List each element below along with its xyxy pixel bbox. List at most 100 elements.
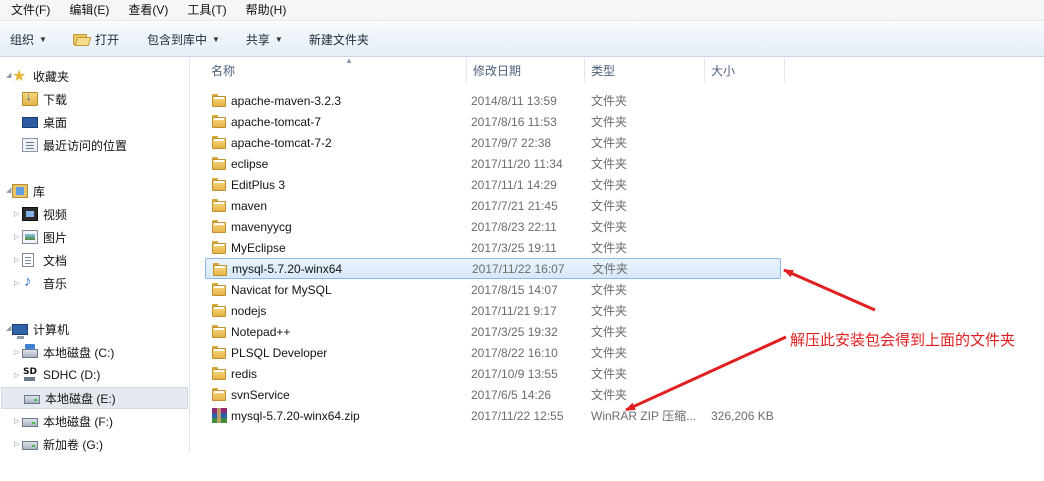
folder-icon bbox=[213, 263, 227, 276]
file-size: 326,206 KB bbox=[711, 408, 774, 423]
column-header-name[interactable]: ▲ 名称 bbox=[205, 56, 467, 83]
organize-button[interactable]: 组织 ▼ bbox=[0, 27, 57, 51]
file-name: mysql-5.7.20-winx64.zip bbox=[231, 408, 360, 423]
nav-documents[interactable]: 文档 bbox=[0, 249, 67, 271]
file-type: 文件夹 bbox=[591, 346, 628, 360]
file-row[interactable]: mavenyycg 2017/8/23 22:11 文件夹 bbox=[205, 216, 781, 237]
file-row[interactable]: maven 2017/7/21 21:45 文件夹 bbox=[205, 195, 781, 216]
nav-computer[interactable]: 计算机 bbox=[0, 318, 69, 340]
file-name: Navicat for MySQL bbox=[231, 282, 332, 297]
folder-icon bbox=[212, 178, 226, 191]
drive-icon bbox=[22, 441, 38, 450]
file-date: 2017/6/5 14:26 bbox=[471, 387, 552, 402]
folder-icon bbox=[212, 241, 226, 254]
chevron-down-icon: ▼ bbox=[274, 34, 283, 44]
column-label: 类型 bbox=[591, 64, 616, 78]
folder-icon bbox=[212, 199, 226, 212]
nav-recent-places[interactable]: 最近访问的位置 bbox=[0, 134, 127, 156]
nav-drive-g[interactable]: 新加卷 (G:) bbox=[0, 433, 103, 452]
folder-icon bbox=[212, 220, 226, 233]
file-row[interactable]: apache-tomcat-7 2017/8/16 11:53 文件夹 bbox=[205, 111, 781, 132]
file-type: 文件夹 bbox=[591, 325, 628, 339]
nav-pictures[interactable]: 图片 bbox=[0, 226, 67, 248]
sd-card-icon bbox=[22, 368, 38, 382]
command-bar: 组织 ▼ 打开 包含到库中 ▼ 共享 ▼ 新建文件夹 bbox=[0, 22, 1044, 57]
menu-view[interactable]: 查看(V) bbox=[117, 0, 176, 21]
file-name: EditPlus 3 bbox=[231, 177, 286, 192]
file-row[interactable]: Navicat for MySQL 2017/8/15 14:07 文件夹 bbox=[205, 279, 781, 300]
computer-icon bbox=[12, 323, 28, 339]
document-icon bbox=[22, 253, 34, 267]
file-row[interactable]: mysql-5.7.20-winx64.zip 2017/11/22 12:55 W… bbox=[205, 405, 781, 426]
nav-music[interactable]: 音乐 bbox=[0, 272, 67, 294]
nav-label: 下载 bbox=[43, 92, 68, 107]
folder-icon bbox=[212, 325, 226, 338]
navigation-pane[interactable]: ◢ 收藏夹 下载 桌面 最近访问的位置 ◢ 库 ▷ 视频 ▷ 图片 ▷ 文档 ▷… bbox=[0, 58, 190, 452]
folder-icon bbox=[212, 136, 226, 149]
nav-desktop[interactable]: 桌面 bbox=[0, 111, 67, 133]
nav-favorites[interactable]: 收藏夹 bbox=[0, 65, 69, 87]
folder-icon bbox=[212, 157, 226, 170]
file-row[interactable]: redis 2017/10/9 13:55 文件夹 bbox=[205, 363, 781, 384]
file-name: apache-maven-3.2.3 bbox=[231, 93, 342, 108]
menu-tools[interactable]: 工具(T) bbox=[176, 0, 234, 21]
file-row[interactable]: svnService 2017/6/5 14:26 文件夹 bbox=[205, 384, 781, 405]
column-header-date[interactable]: 修改日期 bbox=[467, 58, 585, 83]
share-button[interactable]: 共享 ▼ bbox=[236, 27, 293, 51]
file-row-selected[interactable]: mysql-5.7.20-winx64 2017/11/22 16:07 文件夹 bbox=[205, 258, 781, 279]
organize-label: 组织 bbox=[10, 32, 35, 47]
column-label: 大小 bbox=[711, 64, 736, 78]
open-button[interactable]: 打开 bbox=[63, 27, 129, 51]
file-row[interactable]: Notepad++ 2017/3/25 19:32 文件夹 bbox=[205, 321, 781, 342]
nav-drive-c[interactable]: 本地磁盘 (C:) bbox=[0, 341, 114, 363]
file-date: 2017/3/25 19:11 bbox=[471, 240, 557, 255]
nav-label: 图片 bbox=[43, 230, 68, 245]
nav-drive-f[interactable]: 本地磁盘 (F:) bbox=[0, 410, 113, 432]
nav-videos[interactable]: 视频 bbox=[0, 203, 67, 225]
file-date: 2017/3/25 19:32 bbox=[471, 324, 558, 339]
file-name: apache-tomcat-7 bbox=[231, 114, 322, 129]
nav-label: 本地磁盘 (E:) bbox=[45, 391, 116, 406]
file-row[interactable]: nodejs 2017/11/21 9:17 文件夹 bbox=[205, 300, 781, 321]
nav-drive-e[interactable]: 本地磁盘 (E:) bbox=[1, 387, 188, 409]
file-date: 2014/8/11 13:59 bbox=[471, 93, 557, 108]
drive-icon bbox=[22, 418, 38, 427]
column-label: 修改日期 bbox=[473, 64, 522, 78]
file-name: nodejs bbox=[231, 303, 267, 318]
file-row[interactable]: apache-maven-3.2.3 2014/8/11 13:59 文件夹 bbox=[205, 90, 781, 111]
column-header-size[interactable]: 大小 bbox=[705, 58, 785, 83]
file-row[interactable]: MyEclipse 2017/3/25 19:11 文件夹 bbox=[205, 237, 781, 258]
nav-label: 本地磁盘 (F:) bbox=[43, 414, 113, 429]
file-type: 文件夹 bbox=[591, 115, 628, 129]
sort-ascending-icon: ▲ bbox=[345, 56, 353, 65]
file-type: 文件夹 bbox=[591, 178, 628, 192]
file-type: 文件夹 bbox=[591, 388, 628, 402]
folder-icon bbox=[212, 346, 226, 359]
file-list-pane[interactable]: ▲ 名称 修改日期 类型 大小 apache-maven-3.2.3 2014/8… bbox=[191, 56, 1044, 452]
new-folder-button[interactable]: 新建文件夹 bbox=[299, 27, 379, 51]
file-name: apache-tomcat-7-2 bbox=[231, 135, 332, 150]
file-name: svnService bbox=[231, 387, 290, 402]
file-name: redis bbox=[231, 366, 258, 381]
file-row[interactable]: eclipse 2017/11/20 11:34 文件夹 bbox=[205, 153, 781, 174]
file-date: 2017/8/15 14:07 bbox=[471, 282, 558, 297]
file-name: PLSQL Developer bbox=[231, 345, 328, 360]
file-row[interactable]: PLSQL Developer 2017/8/22 16:10 文件夹 bbox=[205, 342, 781, 363]
nav-libraries[interactable]: 库 bbox=[0, 180, 45, 202]
include-in-library-button[interactable]: 包含到库中 ▼ bbox=[137, 27, 230, 51]
nav-drive-d[interactable]: SDHC (D:) bbox=[0, 364, 100, 386]
nav-label: 音乐 bbox=[43, 276, 68, 291]
file-row[interactable]: apache-tomcat-7-2 2017/9/7 22:38 文件夹 bbox=[205, 132, 781, 153]
folder-icon bbox=[212, 94, 226, 107]
menu-file[interactable]: 文件(F) bbox=[0, 0, 58, 21]
video-icon bbox=[22, 207, 38, 221]
menu-help[interactable]: 帮助(H) bbox=[235, 0, 295, 21]
file-type: 文件夹 bbox=[591, 241, 628, 255]
nav-downloads[interactable]: 下载 bbox=[0, 88, 67, 110]
nav-label: 本地磁盘 (C:) bbox=[43, 345, 115, 360]
column-header-type[interactable]: 类型 bbox=[585, 58, 705, 83]
file-type: 文件夹 bbox=[591, 157, 628, 171]
file-row[interactable]: EditPlus 3 2017/11/1 14:29 文件夹 bbox=[205, 174, 781, 195]
file-name: MyEclipse bbox=[231, 240, 286, 255]
menu-edit[interactable]: 编辑(E) bbox=[58, 0, 117, 21]
